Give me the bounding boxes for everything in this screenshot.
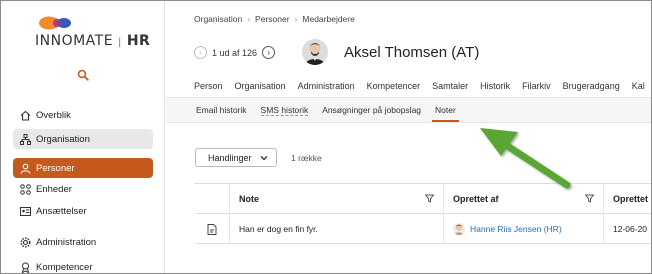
chevron-right-icon: ›: [294, 14, 298, 24]
record-pager: ‹ 1 ud af 126 ›: [194, 46, 276, 59]
filter-icon[interactable]: [585, 194, 594, 203]
person-icon: [19, 162, 31, 174]
column-header-created-by[interactable]: Oprettet af: [453, 184, 499, 214]
column-header-note[interactable]: Note: [239, 184, 259, 214]
logo-mark-icon: [39, 16, 71, 30]
org-chart-icon: [19, 133, 31, 145]
competence-icon: [19, 261, 31, 273]
subtab-sms-historik[interactable]: SMS historik: [260, 105, 309, 116]
subtab-email-historik[interactable]: Email historik: [196, 105, 247, 121]
avatar: [302, 39, 328, 65]
brand-name-part2: HR: [126, 33, 151, 49]
brand-name-part1: INNOMATE: [35, 33, 114, 49]
breadcrumb-item[interactable]: Personer: [255, 14, 290, 24]
subtabs: Email historik SMS historik Ansøgninger …: [196, 105, 470, 122]
note-document-icon[interactable]: [207, 214, 217, 244]
brand-name: INNOMATE | HR: [35, 33, 150, 49]
chevron-right-icon: ›: [247, 14, 251, 24]
sidebar-item-label: Organisation: [36, 133, 90, 145]
sidebar-item-label: Administration: [36, 236, 97, 248]
filter-icon[interactable]: [425, 194, 434, 203]
sidebar-item-overblik[interactable]: Overblik: [13, 105, 153, 125]
sidebar-item-ansaettelser[interactable]: Ansættelser: [13, 201, 153, 221]
sidebar-item-enheder[interactable]: Enheder: [13, 179, 153, 199]
note-cell: Han er dog en fin fyr.: [239, 224, 318, 234]
created-by-cell[interactable]: Hanne Riis Jensen (HR): [453, 214, 562, 244]
sidebar-item-kompetencer[interactable]: Kompetencer: [13, 257, 153, 273]
main-content: Organisation › Personer › Medarbejdere ‹ 1 u…: [166, 1, 651, 273]
table-header: Note Oprettet af Oprettet: [195, 184, 651, 214]
units-icon: [19, 183, 31, 195]
sidebar-item-label: Personer: [36, 162, 75, 174]
id-card-icon: [19, 205, 31, 217]
sidebar: INNOMATE | HR Overblik Organisation Pers…: [1, 1, 165, 273]
row-count: 1 række: [291, 153, 322, 163]
avatar: [453, 223, 465, 235]
sidebar-item-label: Ansættelser: [36, 205, 87, 217]
brand-logo: INNOMATE | HR: [35, 15, 150, 51]
sidebar-item-label: Overblik: [36, 109, 71, 121]
page-title: Aksel Thomsen (AT): [344, 44, 480, 61]
actions-dropdown-button[interactable]: Handlinger: [195, 148, 277, 167]
column-header-created[interactable]: Oprettet: [613, 184, 648, 214]
chevron-down-icon: [260, 153, 268, 163]
sidebar-item-administration[interactable]: Administration: [13, 232, 153, 252]
sidebar-item-organisation[interactable]: Organisation: [13, 129, 153, 149]
app-frame: INNOMATE | HR Overblik Organisation Pers…: [0, 0, 652, 274]
notes-table: Note Oprettet af Oprettet Han er dog en …: [195, 183, 651, 244]
brand-name-separator: |: [118, 37, 122, 48]
column-divider: [229, 184, 230, 244]
table-row[interactable]: Han er dog en fin fyr. Hanne Riis Jensen…: [195, 214, 651, 244]
subtab-ansoegninger[interactable]: Ansøgninger på jobopslag: [322, 105, 421, 121]
pager-text: 1 ud af 126: [212, 47, 258, 58]
sidebar-item-label: Enheder: [36, 183, 72, 195]
previous-record-button[interactable]: ‹: [194, 46, 207, 59]
column-divider: [443, 184, 444, 244]
gear-icon: [19, 236, 31, 248]
created-date-cell: 12-06-20: [613, 224, 648, 234]
sidebar-item-label: Kompetencer: [36, 261, 93, 273]
sidebar-item-personer[interactable]: Personer: [13, 158, 153, 178]
next-record-button[interactable]: ›: [262, 46, 276, 59]
breadcrumb: Organisation › Personer › Medarbejdere: [194, 14, 355, 24]
created-by-link[interactable]: Hanne Riis Jensen (HR): [470, 224, 562, 234]
home-icon: [19, 109, 31, 121]
column-divider: [603, 184, 604, 244]
subtab-noter[interactable]: Noter: [432, 105, 459, 122]
search-icon[interactable]: [77, 69, 89, 81]
actions-label: Handlinger: [208, 152, 252, 163]
breadcrumb-item: Medarbejdere: [302, 14, 355, 24]
breadcrumb-item[interactable]: Organisation: [194, 14, 242, 24]
